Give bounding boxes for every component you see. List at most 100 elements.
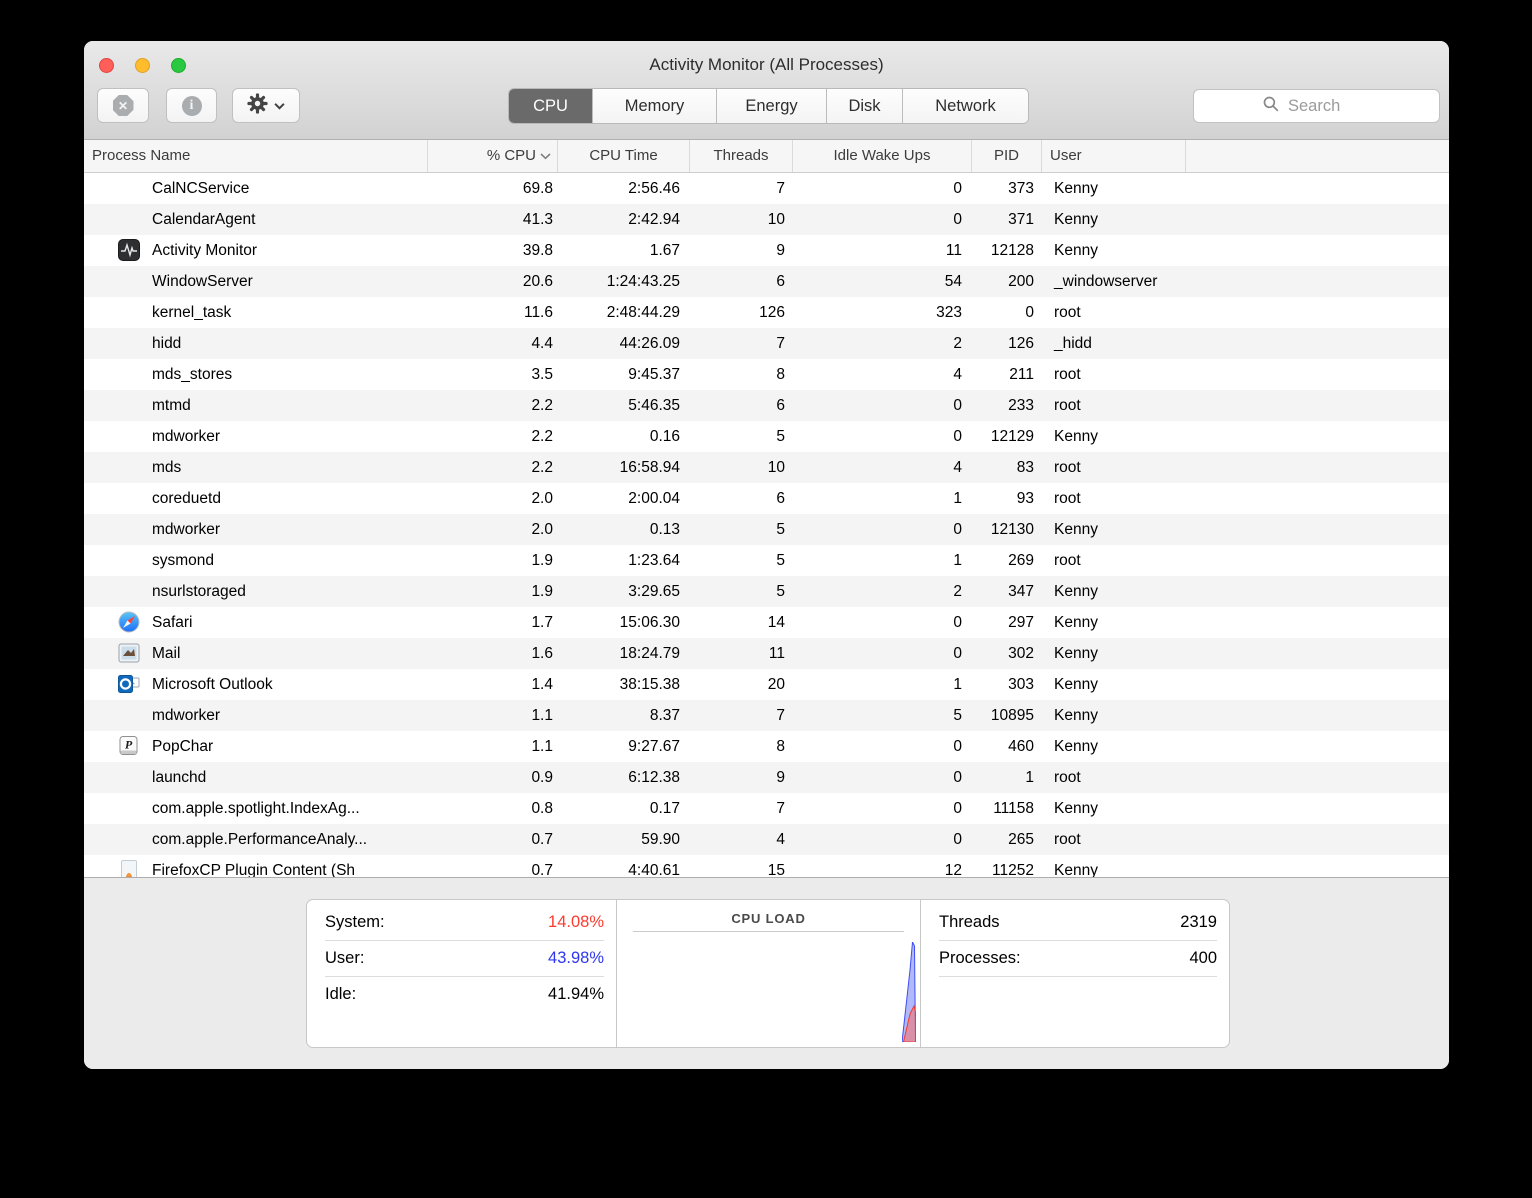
column-header-pid[interactable]: PID: [972, 140, 1042, 172]
pid-cell: 93: [1016, 490, 1034, 507]
cpu-time-cell: 1:23.64: [628, 552, 680, 569]
pid-cell: 1: [1025, 769, 1034, 786]
empty-cell: [1186, 731, 1449, 762]
graph-divider: [633, 931, 904, 932]
threads-cell: 15: [767, 862, 785, 877]
table-row[interactable]: Mail 1.6 18:24.79 11 0 302 Kenny: [84, 638, 1449, 669]
idle-wake-ups-cell: 0: [953, 645, 962, 662]
table-row[interactable]: Microsoft Outlook 1.4 38:15.38 20 1 303 Kenny: [84, 669, 1449, 700]
table-row[interactable]: nsurlstoraged 1.9 3:29.65 5 2 347 Kenny: [84, 576, 1449, 607]
svg-text:P: P: [125, 738, 133, 752]
cpu-cell: 1.7: [531, 614, 553, 631]
idle-wake-ups-cell: 0: [953, 521, 962, 538]
empty-cell: [1186, 638, 1449, 669]
cpu-load-graph-section: CPU LOAD: [617, 900, 921, 1047]
process-name-cell: mdworker: [84, 700, 428, 731]
table-row[interactable]: P PopChar 1.1 9:27.67 8 0 460 Kenny: [84, 731, 1449, 762]
cpu-cell: 0.9: [531, 769, 553, 786]
pid-cell: 0: [1025, 304, 1034, 321]
table-row[interactable]: CalendarAgent 41.3 2:42.94 10 0 371 Kenny: [84, 204, 1449, 235]
table-row[interactable]: Activity Monitor 39.8 1.67 9 11 12128 Kenny: [84, 235, 1449, 266]
table-row[interactable]: mdworker 1.1 8.37 7 5 10895 Kenny: [84, 700, 1449, 731]
idle-wake-ups-cell: 0: [953, 614, 962, 631]
column-header-cpu-time[interactable]: CPU Time: [558, 140, 690, 172]
pid-cell: 83: [1016, 459, 1034, 476]
user-cell: root: [1054, 459, 1081, 476]
cpu-cell: 0.8: [531, 800, 553, 817]
cpu-cell: 1.9: [531, 552, 553, 569]
user-cell: Kenny: [1054, 180, 1098, 197]
cpu-cell: 69.8: [522, 180, 553, 197]
table-row[interactable]: FirefoxCP Plugin Content (Sh 0.7 4:40.61 15…: [84, 855, 1449, 877]
process-name: WindowServer: [152, 273, 253, 290]
cpu-percentages-section: System: 14.08% User: 43.98% Idle: 41.94%: [307, 900, 617, 1047]
inspect-process-button[interactable]: [166, 88, 217, 123]
table-row[interactable]: hidd 4.4 44:26.09 7 2 126 _hidd: [84, 328, 1449, 359]
table-row[interactable]: mds 2.2 16:58.94 10 4 83 root: [84, 452, 1449, 483]
cpu-cell: 2.2: [531, 428, 553, 445]
user-cell: Kenny: [1054, 707, 1098, 724]
table-row[interactable]: sysmond 1.9 1:23.64 5 1 269 root: [84, 545, 1449, 576]
tab-network[interactable]: Network: [903, 89, 1028, 123]
tab-cpu[interactable]: CPU: [509, 89, 593, 123]
tab-disk[interactable]: Disk: [827, 89, 903, 123]
user-cell: Kenny: [1054, 211, 1098, 228]
column-header-user[interactable]: User: [1042, 140, 1186, 172]
idle-wake-ups-cell: 0: [953, 800, 962, 817]
view-options-button[interactable]: [232, 88, 300, 123]
chevron-down-icon: [274, 97, 285, 115]
cpu-time-cell: 2:42.94: [628, 211, 680, 228]
user-cell: root: [1054, 397, 1081, 414]
empty-cell: [1186, 266, 1449, 297]
table-row[interactable]: launchd 0.9 6:12.38 9 0 1 root: [84, 762, 1449, 793]
pid-cell: 265: [1008, 831, 1034, 848]
threads-cell: 6: [776, 490, 785, 507]
pid-cell: 126: [1008, 335, 1034, 352]
idle-wake-ups-cell: 0: [953, 428, 962, 445]
table-row[interactable]: coreduetd 2.0 2:00.04 6 1 93 root: [84, 483, 1449, 514]
column-header-cpu[interactable]: % CPU: [428, 140, 558, 172]
column-header-idle-wake-ups[interactable]: Idle Wake Ups: [793, 140, 972, 172]
search-input[interactable]: [1286, 95, 1370, 117]
empty-cell: [1186, 855, 1449, 877]
column-header-process-name[interactable]: Process Name: [84, 140, 428, 172]
column-header-threads[interactable]: Threads: [690, 140, 793, 172]
tab-energy[interactable]: Energy: [717, 89, 827, 123]
octagon-x-icon: [112, 95, 134, 116]
empty-cell: [1186, 700, 1449, 731]
table-row[interactable]: CalNCService 69.8 2:56.46 7 0 373 Kenny: [84, 173, 1449, 204]
cpu-cell: 2.2: [531, 459, 553, 476]
table-row[interactable]: kernel_task 11.6 2:48:44.29 126 323 0 root: [84, 297, 1449, 328]
empty-cell: [1186, 297, 1449, 328]
table-row[interactable]: mtmd 2.2 5:46.35 6 0 233 root: [84, 390, 1449, 421]
cpu-cell: 4.4: [531, 335, 553, 352]
table-row[interactable]: mdworker 2.2 0.16 5 0 12129 Kenny: [84, 421, 1449, 452]
table-row[interactable]: com.apple.spotlight.IndexAg... 0.8 0.17 7 0 1…: [84, 793, 1449, 824]
popchar-icon: P: [118, 735, 140, 757]
pid-cell: 347: [1008, 583, 1034, 600]
pid-cell: 12129: [990, 428, 1034, 445]
tab-memory[interactable]: Memory: [593, 89, 717, 123]
cpu-time-cell: 2:00.04: [628, 490, 680, 507]
process-name: hidd: [152, 335, 182, 352]
table-row[interactable]: WindowServer 20.6 1:24:43.25 6 54 200 _windows…: [84, 266, 1449, 297]
pid-cell: 11158: [993, 800, 1034, 817]
search-field[interactable]: [1193, 89, 1440, 123]
idle-wake-ups-cell: 2: [953, 583, 962, 600]
cpu-cell: 1.4: [531, 676, 553, 693]
user-cell: Kenny: [1054, 428, 1098, 445]
activity-monitor-icon: [118, 239, 140, 261]
process-name-cell: nsurlstoraged: [84, 576, 428, 607]
stat-system: System: 14.08%: [325, 905, 604, 941]
quit-process-button[interactable]: [97, 88, 149, 123]
table-row[interactable]: Safari 1.7 15:06.30 14 0 297 Kenny: [84, 607, 1449, 638]
process-name: mds: [152, 459, 182, 476]
idle-wake-ups-cell: 0: [953, 211, 962, 228]
process-name-cell: coreduetd: [84, 483, 428, 514]
table-row[interactable]: mdworker 2.0 0.13 5 0 12130 Kenny: [84, 514, 1449, 545]
user-cell: Kenny: [1054, 645, 1098, 662]
process-name-cell: sysmond: [84, 545, 428, 576]
table-row[interactable]: com.apple.PerformanceAnaly... 0.7 59.90 4 0 2…: [84, 824, 1449, 855]
table-row[interactable]: mds_stores 3.5 9:45.37 8 4 211 root: [84, 359, 1449, 390]
empty-cell: [1186, 359, 1449, 390]
